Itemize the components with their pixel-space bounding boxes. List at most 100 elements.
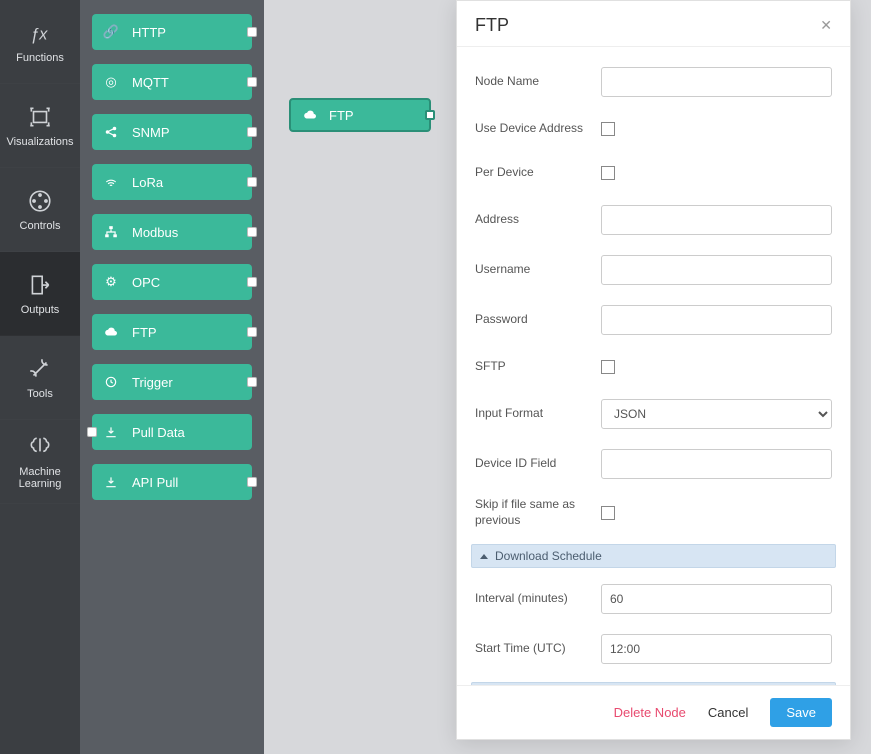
frame-icon: [27, 104, 53, 130]
rail-label: Tools: [27, 388, 53, 400]
link-icon: 🔗: [102, 24, 120, 40]
rail-label: Functions: [16, 52, 64, 64]
tools-icon: [27, 356, 53, 382]
address-input[interactable]: [601, 205, 832, 235]
download-icon: [102, 425, 120, 439]
palette-node-label: Modbus: [132, 225, 178, 240]
gear-icon: ⚙: [102, 274, 120, 290]
delete-node-button[interactable]: Delete Node: [614, 705, 686, 720]
palette-node-label: Trigger: [132, 375, 173, 390]
palette-node-trigger[interactable]: Trigger: [92, 364, 252, 400]
rail-item-outputs[interactable]: Outputs: [0, 252, 80, 336]
label-per-device: Per Device: [475, 165, 601, 181]
download-icon: [102, 475, 120, 489]
cloud-icon: [102, 325, 120, 339]
left-rail: ƒx Functions Visualizations Controls Out…: [0, 0, 80, 754]
label-use-device-address: Use Device Address: [475, 121, 601, 137]
target-icon: ◎: [102, 74, 120, 90]
palette-node-label: API Pull: [132, 475, 178, 490]
rail-item-functions[interactable]: ƒx Functions: [0, 0, 80, 84]
palette-node-label: SNMP: [132, 125, 170, 140]
output-port[interactable]: [247, 127, 257, 137]
fx-icon: ƒx: [27, 20, 53, 46]
palette-node-snmp[interactable]: SNMP: [92, 114, 252, 150]
output-port[interactable]: [247, 477, 257, 487]
palette-node-mqtt[interactable]: ◎ MQTT: [92, 64, 252, 100]
svg-text:ƒx: ƒx: [30, 25, 48, 43]
output-port[interactable]: [247, 27, 257, 37]
caret-up-icon: [480, 554, 488, 559]
rail-item-visualizations[interactable]: Visualizations: [0, 84, 80, 168]
palette-node-modbus[interactable]: Modbus: [92, 214, 252, 250]
input-port[interactable]: [87, 427, 97, 437]
password-input[interactable]: [601, 305, 832, 335]
rail-item-tools[interactable]: Tools: [0, 336, 80, 420]
palette-node-http[interactable]: 🔗 HTTP: [92, 14, 252, 50]
close-icon[interactable]: ✕: [820, 17, 832, 34]
label-username: Username: [475, 262, 601, 278]
use-device-address-checkbox[interactable]: [601, 122, 615, 136]
input-format-select[interactable]: JSON: [601, 399, 832, 429]
device-id-field-input[interactable]: [601, 449, 832, 479]
palette-node-apipull[interactable]: API Pull: [92, 464, 252, 500]
label-device-id-field: Device ID Field: [475, 456, 601, 472]
label-node-name: Node Name: [475, 74, 601, 90]
start-time-input[interactable]: [601, 634, 832, 664]
palette-node-label: HTTP: [132, 25, 166, 40]
brain-icon: [27, 434, 53, 460]
palette-node-label: OPC: [132, 275, 160, 290]
palette-node-label: Pull Data: [132, 425, 185, 440]
config-panel: FTP ✕ Node Name Use Device Address Per D…: [456, 0, 851, 740]
canvas-node-ftp[interactable]: FTP: [289, 98, 431, 132]
interval-input[interactable]: [601, 584, 832, 614]
skip-if-same-checkbox[interactable]: [601, 506, 615, 520]
username-input[interactable]: [601, 255, 832, 285]
label-address: Address: [475, 212, 601, 228]
panel-footer: Delete Node Cancel Save: [457, 685, 850, 739]
export-icon: [27, 272, 53, 298]
panel-body: Node Name Use Device Address Per Device …: [457, 47, 850, 685]
panel-title: FTP: [475, 15, 509, 36]
section-download-schedule[interactable]: Download Schedule: [471, 544, 836, 568]
save-button[interactable]: Save: [770, 698, 832, 727]
output-port[interactable]: [247, 77, 257, 87]
sitemap-icon: [102, 225, 120, 239]
per-device-checkbox[interactable]: [601, 166, 615, 180]
wifi-icon: [102, 175, 120, 189]
rail-label: Outputs: [21, 304, 60, 316]
palette-node-opc[interactable]: ⚙ OPC: [92, 264, 252, 300]
palette-node-label: MQTT: [132, 75, 169, 90]
output-port[interactable]: [425, 110, 435, 120]
palette-node-label: LoRa: [132, 175, 163, 190]
palette-node-pulldata[interactable]: Pull Data: [92, 414, 252, 450]
panel-header: FTP ✕: [457, 1, 850, 47]
label-skip-if-same: Skip if file same as previous: [475, 497, 601, 528]
rail-item-controls[interactable]: Controls: [0, 168, 80, 252]
label-interval: Interval (minutes): [475, 591, 601, 607]
rail-label: Machine Learning: [0, 466, 80, 490]
cloud-icon: [301, 108, 319, 122]
output-port[interactable]: [247, 277, 257, 287]
canvas-node-label: FTP: [329, 108, 354, 123]
rail-label: Visualizations: [6, 136, 73, 148]
node-palette: 🔗 HTTP ◎ MQTT SNMP LoRa Modbus ⚙ OPC FTP…: [80, 0, 264, 754]
palette-node-lora[interactable]: LoRa: [92, 164, 252, 200]
output-port[interactable]: [247, 177, 257, 187]
label-password: Password: [475, 312, 601, 328]
node-name-input[interactable]: [601, 67, 832, 97]
share-icon: [102, 125, 120, 139]
output-port[interactable]: [247, 327, 257, 337]
label-sftp: SFTP: [475, 359, 601, 375]
clock-icon: [102, 375, 120, 389]
rail-item-ml[interactable]: Machine Learning: [0, 420, 80, 504]
output-port[interactable]: [247, 377, 257, 387]
rail-label: Controls: [20, 220, 61, 232]
cancel-button[interactable]: Cancel: [708, 705, 748, 720]
sftp-checkbox[interactable]: [601, 360, 615, 374]
label-input-format: Input Format: [475, 406, 601, 422]
section-label: Download Schedule: [495, 549, 602, 563]
output-port[interactable]: [247, 227, 257, 237]
dpad-icon: [27, 188, 53, 214]
palette-node-ftp[interactable]: FTP: [92, 314, 252, 350]
label-start-time: Start Time (UTC): [475, 641, 601, 657]
